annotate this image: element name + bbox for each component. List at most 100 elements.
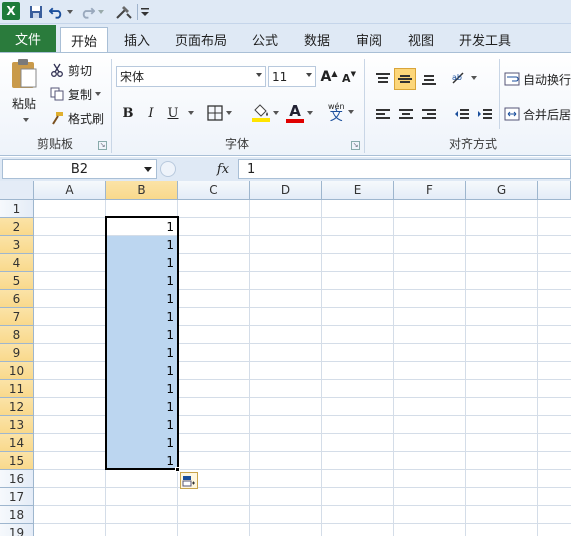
align-right-button[interactable]	[418, 104, 440, 124]
underline-button[interactable]: U	[163, 103, 183, 123]
align-left-icon	[376, 109, 390, 119]
column-header-g[interactable]: G	[466, 181, 538, 200]
tab-insert[interactable]: 插入	[113, 27, 161, 52]
tab-file[interactable]: 文件	[0, 25, 56, 52]
clipboard-paste-icon	[9, 57, 39, 91]
formula-input[interactable]: 1	[238, 159, 571, 179]
auto-fill-options-icon	[182, 475, 195, 486]
copy-icon	[48, 87, 66, 101]
row-header-2[interactable]: 2	[0, 218, 34, 236]
orientation-icon: ab	[452, 72, 464, 84]
row-header-15[interactable]: 15	[0, 452, 34, 470]
tab-view[interactable]: 视图	[397, 27, 445, 52]
tab-review[interactable]: 审阅	[345, 27, 393, 52]
row-header-17[interactable]: 17	[0, 488, 34, 506]
row-header-12[interactable]: 12	[0, 398, 34, 416]
column-header-d[interactable]: D	[250, 181, 322, 200]
excel-logo-icon[interactable]: X	[2, 2, 20, 20]
row-header-18[interactable]: 18	[0, 506, 34, 524]
ribbon-tabs: 文件 开始 插入 页面布局 公式 数据 审阅 视图 开发工具	[0, 24, 571, 53]
tab-page-layout[interactable]: 页面布局	[168, 27, 234, 52]
row-header-6[interactable]: 6	[0, 290, 34, 308]
align-left-button[interactable]	[372, 104, 394, 124]
increase-indent-icon	[478, 109, 492, 119]
tab-formulas[interactable]: 公式	[241, 27, 289, 52]
quick-access-toolbar: X	[0, 0, 571, 24]
align-middle-button[interactable]	[394, 68, 416, 90]
wrap-text-button[interactable]: 自动换行	[503, 69, 571, 89]
row-header-19[interactable]: 19	[0, 524, 34, 536]
phonetic-icon: wén 文	[328, 102, 345, 124]
select-all-corner[interactable]	[0, 181, 34, 200]
merge-center-button[interactable]: 合并后居	[503, 104, 571, 124]
font-color-button[interactable]: A	[286, 101, 318, 125]
formula-bar-toggle-icon[interactable]	[160, 161, 176, 177]
row-header-10[interactable]: 10	[0, 362, 34, 380]
row-header-13[interactable]: 13	[0, 416, 34, 434]
row-header-16[interactable]: 16	[0, 470, 34, 488]
tab-home[interactable]: 开始	[60, 27, 108, 53]
column-header-e[interactable]: E	[322, 181, 394, 200]
scissors-icon	[48, 63, 66, 77]
format-painter-button[interactable]: 格式刷	[48, 109, 104, 127]
copy-button[interactable]: 复制	[48, 85, 102, 103]
undo-icon[interactable]	[49, 2, 73, 22]
customize-tools-icon[interactable]	[112, 2, 136, 22]
qat-dropdown-icon[interactable]	[139, 2, 151, 22]
save-icon[interactable]	[27, 2, 45, 22]
align-center-button[interactable]	[395, 104, 417, 124]
column-header-h[interactable]	[538, 181, 571, 200]
align-top-icon	[376, 73, 390, 83]
worksheet-grid[interactable]: A B C D E F G 1 2 3 4 5 6 7 8 9 10 11 12…	[0, 181, 571, 536]
cut-button[interactable]: 剪切	[48, 61, 92, 79]
phonetic-guide-button[interactable]: wén 文	[328, 99, 358, 125]
shrink-font-icon[interactable]: A ▼	[341, 70, 357, 86]
row-header-11[interactable]: 11	[0, 380, 34, 398]
font-size-select[interactable]: 11	[268, 66, 316, 87]
row-header-14[interactable]: 14	[0, 434, 34, 452]
align-center-icon	[399, 109, 413, 119]
selection-range-border	[105, 216, 179, 470]
orientation-button[interactable]: ab	[450, 67, 478, 89]
grow-font-icon[interactable]: A ▲	[320, 68, 338, 86]
font-launcher-icon[interactable]: ↘	[351, 141, 360, 150]
font-group-label: 字体	[224, 137, 249, 151]
row-header-8[interactable]: 8	[0, 326, 34, 344]
italic-button[interactable]: I	[141, 103, 161, 123]
paste-button[interactable]: 粘贴	[6, 57, 42, 131]
alignment-group-label: 对齐方式	[448, 137, 497, 151]
column-header-a[interactable]: A	[34, 181, 106, 200]
increase-indent-button[interactable]	[474, 104, 496, 124]
fill-color-button[interactable]	[252, 101, 286, 125]
svg-text:ab: ab	[452, 73, 462, 82]
row-header-3[interactable]: 3	[0, 236, 34, 254]
row-header-9[interactable]: 9	[0, 344, 34, 362]
name-box-dropdown-icon[interactable]	[144, 167, 152, 172]
paintbrush-icon	[48, 111, 66, 125]
row-header-4[interactable]: 4	[0, 254, 34, 272]
auto-fill-options-button[interactable]	[180, 472, 198, 489]
insert-function-button[interactable]: fx	[212, 160, 234, 178]
clipboard-launcher-icon[interactable]: ↘	[98, 141, 107, 150]
tab-developer[interactable]: 开发工具	[452, 27, 518, 52]
row-header-7[interactable]: 7	[0, 308, 34, 326]
row-header-5[interactable]: 5	[0, 272, 34, 290]
align-top-button[interactable]	[372, 68, 394, 90]
align-right-icon	[422, 109, 436, 119]
column-header-b[interactable]: B	[106, 181, 178, 200]
redo-icon[interactable]	[80, 2, 104, 22]
clipboard-group-label: 剪贴板	[36, 137, 73, 151]
row-header-1[interactable]: 1	[0, 200, 34, 218]
align-bottom-button[interactable]	[418, 68, 440, 90]
font-name-select[interactable]: 宋体	[116, 66, 266, 87]
column-header-c[interactable]: C	[178, 181, 250, 200]
tab-data[interactable]: 数据	[293, 27, 341, 52]
font-color-icon: A	[286, 103, 304, 123]
decrease-indent-button[interactable]	[451, 104, 473, 124]
name-box[interactable]: B2	[2, 159, 157, 179]
align-middle-icon	[398, 75, 412, 83]
bold-button[interactable]: B	[118, 103, 138, 123]
column-header-f[interactable]: F	[394, 181, 466, 200]
borders-icon	[207, 105, 223, 121]
borders-button[interactable]	[207, 103, 237, 123]
